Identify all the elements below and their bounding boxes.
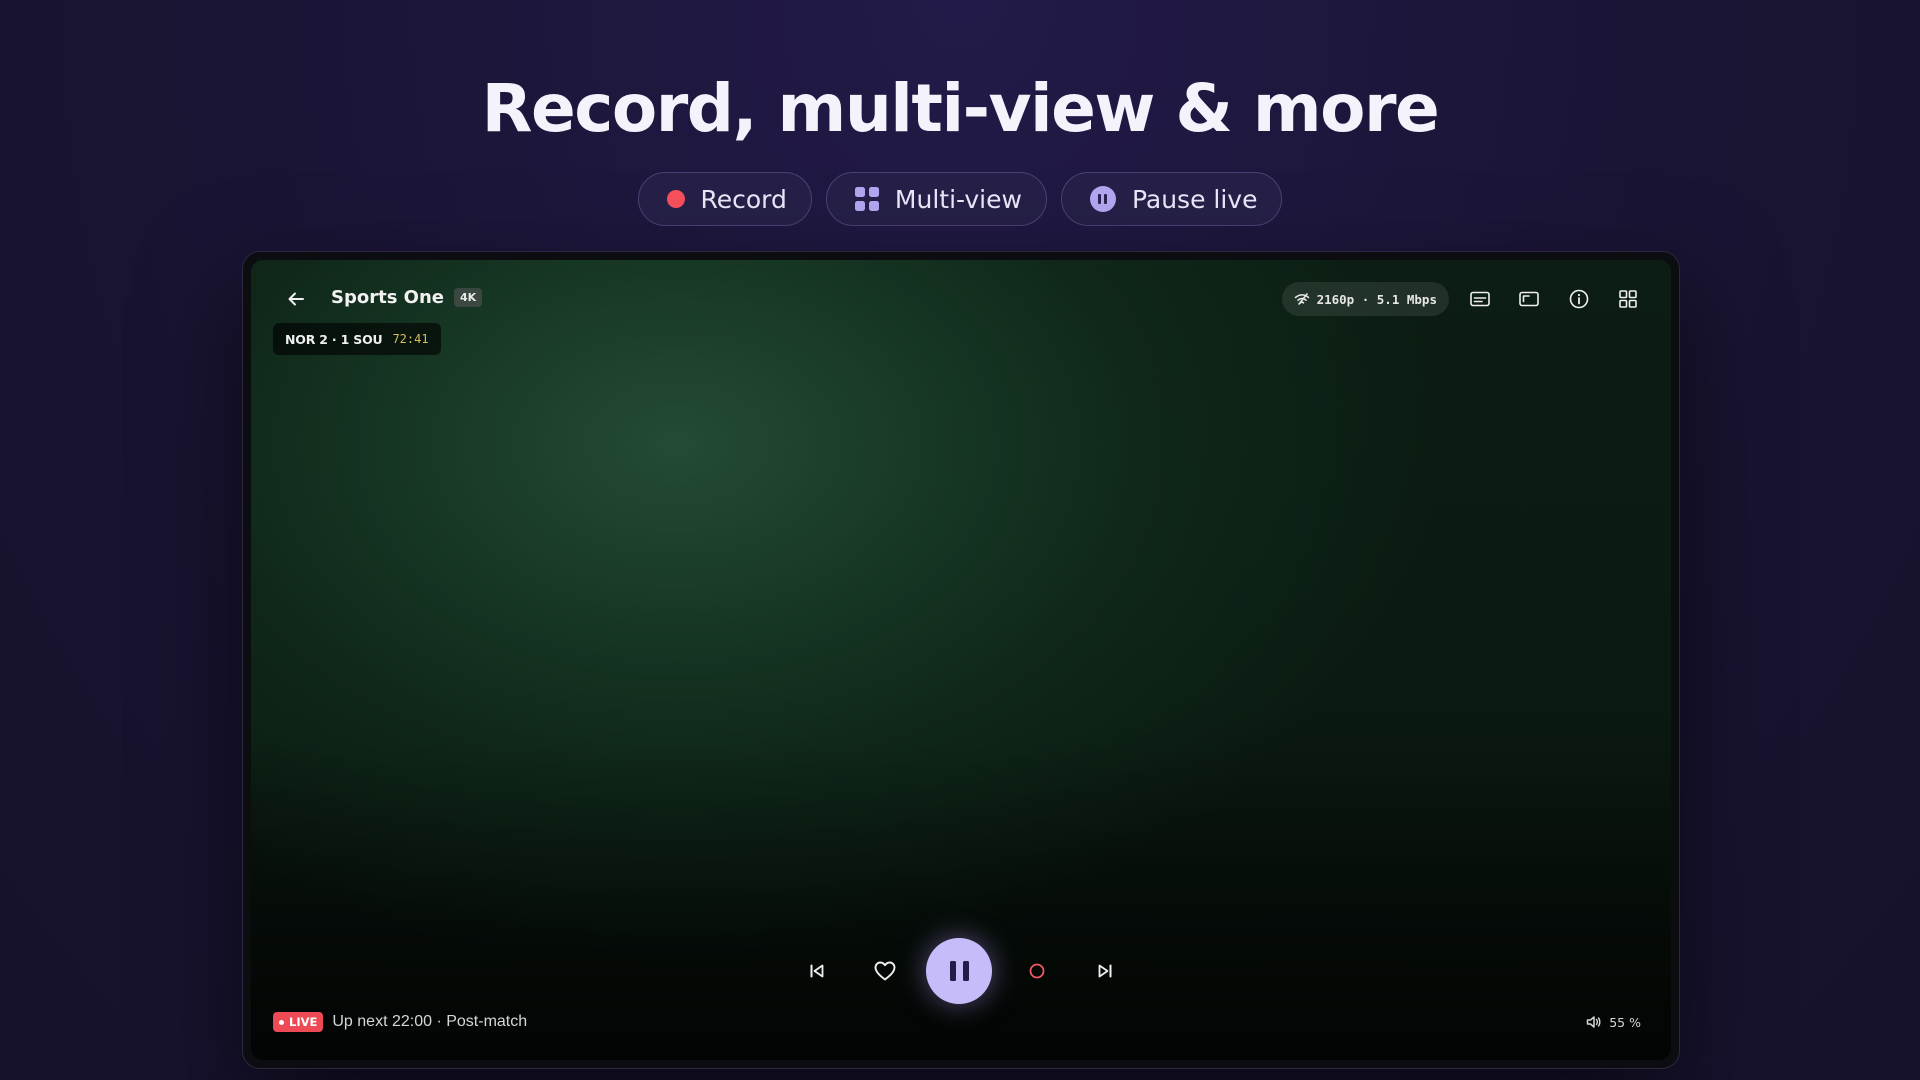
skip-next-icon [1098,964,1112,978]
score-text: NOR 2 · 1 SOU [285,331,383,347]
volume-level: 55 % [1609,1014,1641,1030]
multiview-pill[interactable]: Multi-view [825,172,1047,226]
subtitles-button[interactable] [1465,284,1495,314]
channel-info: Sports One 4K [331,287,483,308]
stream-stats-text: 2160p · 5.1 Mbps [1316,291,1437,307]
favorite-button[interactable] [870,956,900,986]
pause-live-pill-label: Pause live [1131,184,1258,214]
scoreboard: NOR 2 · 1 SOU 72:41 [273,323,441,355]
player-top-bar: Sports One 4K 2160p · 5.1 Mbps [251,260,1671,334]
info-icon [1569,289,1589,309]
up-next-text: Up next 22:00 · Post-match [332,1013,528,1030]
record-pill-label: Record [700,184,787,214]
aspect-ratio-icon [1519,291,1539,307]
skip-previous-icon [810,964,824,978]
pause-circle-icon [1089,186,1116,212]
volume-icon [1586,1016,1601,1028]
subtitles-icon [1470,291,1490,307]
previous-button[interactable] [802,956,832,986]
live-badge[interactable]: LIVE [273,1012,324,1032]
player-bottom-bar: LIVE Up next 22:00 · Post-match 55 % [273,1010,1641,1034]
info-button[interactable] [1564,284,1594,314]
volume-control[interactable]: 55 % [1586,1015,1641,1030]
record-icon [1029,963,1045,979]
grid-icon [1619,290,1637,308]
pause-icon [949,961,956,981]
multiview-button[interactable] [1613,284,1643,314]
tv-frame: Sports One 4K 2160p · 5.1 Mbps NOR 2 · 1… [242,251,1680,1069]
grid-icon [854,187,879,211]
pause-live-pill[interactable]: Pause live [1060,172,1283,226]
record-pill[interactable]: Record [637,172,812,226]
record-dot-icon [666,190,685,208]
heart-icon [874,961,896,981]
multiview-pill-label: Multi-view [894,184,1022,214]
feature-pills: Record Multi-view Pause live [0,172,1920,226]
match-clock: 72:41 [392,332,429,346]
pause-button[interactable] [926,938,992,1004]
arrow-left-icon [288,292,304,306]
stream-stats: 2160p · 5.1 Mbps [1281,282,1449,316]
record-button[interactable] [1022,956,1052,986]
playback-controls [251,938,1671,1004]
page-headline: Record, multi-view & more [481,70,1440,147]
aspect-ratio-button[interactable] [1514,284,1544,314]
channel-name: Sports One [331,287,445,308]
back-button[interactable] [281,284,311,314]
next-button[interactable] [1090,956,1120,986]
quality-badge: 4K [454,288,483,307]
live-dot-icon [279,1019,284,1025]
signal-icon [1294,293,1309,305]
video-player[interactable]: Sports One 4K 2160p · 5.1 Mbps NOR 2 · 1… [251,260,1671,1060]
